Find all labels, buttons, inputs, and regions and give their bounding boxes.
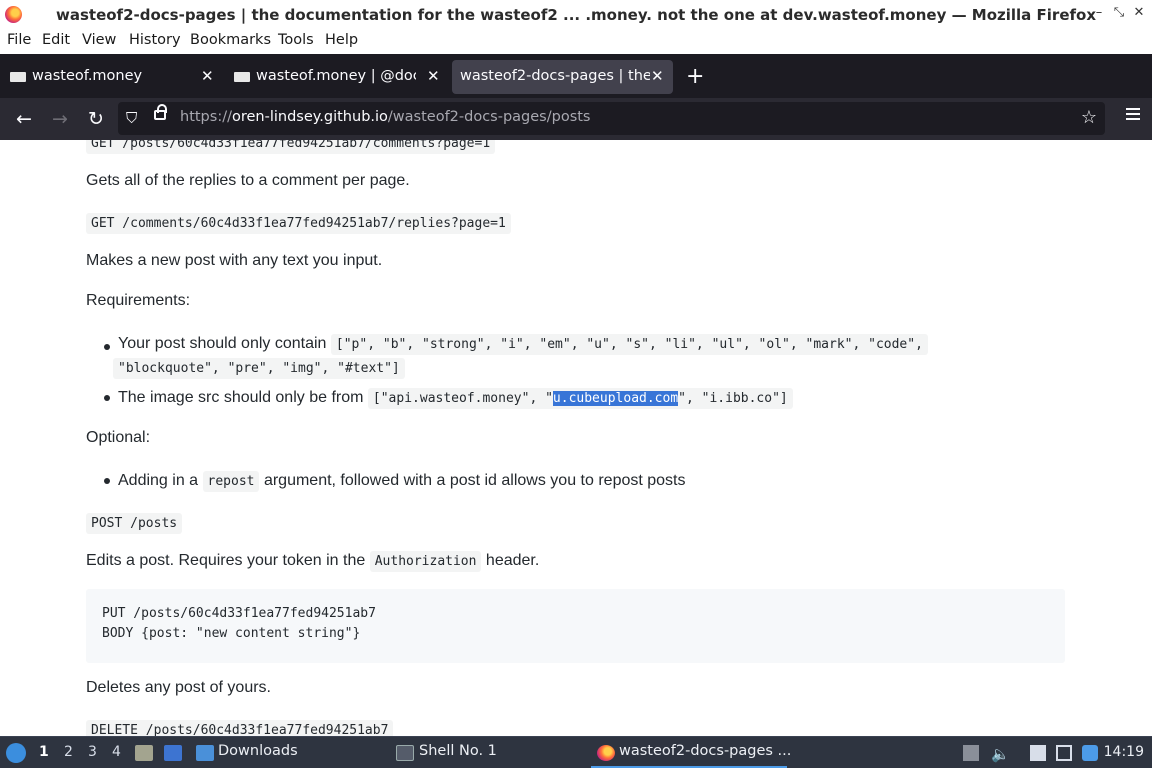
code-block-edit: PUT /posts/60c4d33f1ea77fed94251ab7 BODY… [86,589,1065,663]
task-shell[interactable]: Shell No. 1 [419,743,497,759]
close-tab-icon[interactable]: ✕ [427,67,440,85]
menu-edit[interactable]: Edit [42,32,70,48]
tab-label: wasteof2-docs-pages | the d [460,68,650,84]
bullet-marker [104,344,110,350]
workspace-4[interactable]: 4 [112,744,121,760]
bullet-marker [104,395,110,401]
file-manager-launcher-icon[interactable] [135,745,153,761]
hamburger-menu-icon[interactable] [1126,108,1140,120]
menu-help[interactable]: Help [325,32,358,48]
requirement-allowed-tags-cont: "blockquote", "pre", "img", "#text"] [113,358,405,379]
menu-file[interactable]: File [7,32,31,48]
firefox-icon [597,745,615,761]
back-arrow-icon[interactable]: ← [11,107,37,131]
desktop-launcher-icon[interactable] [164,745,182,761]
tab-strip: wasteof.money ✕ wasteof.money | @docs ✕ … [0,54,1152,98]
start-menu-icon[interactable] [6,743,26,763]
window-title: wasteof2-docs-pages | the documentation … [55,6,1096,24]
lock-icon[interactable] [154,104,167,120]
close-tab-icon[interactable]: ✕ [651,67,664,85]
requirements-heading: Requirements: [86,292,191,309]
optional-heading: Optional: [86,429,151,446]
code-get-comments: GET /posts/60c4d33f1ea77fed94251ab7/comm… [86,140,496,154]
menu-history[interactable]: History [129,32,181,48]
site-favicon-icon [10,72,26,82]
new-post-description: Makes a new post with any text you input… [86,252,383,269]
notification-icon[interactable] [1082,745,1098,761]
replies-description: Gets all of the replies to a comment per… [86,172,410,189]
maximize-button[interactable]: ⤡ [1110,5,1128,20]
site-favicon-icon [234,72,250,82]
code-line: BODY {post: "new content string"} [102,626,361,641]
bullet-marker [104,478,110,484]
new-tab-button[interactable]: + [686,64,704,89]
selected-text: u.cubeupload.com [552,391,679,406]
delete-description: Deletes any post of yours. [86,679,271,696]
clipboard-icon[interactable] [1030,745,1046,761]
window-titlebar: wasteof2-docs-pages | the documentation … [0,0,1152,29]
folder-icon [196,745,214,761]
url-bar[interactable]: ⛉ https://oren-lindsey.github.io/wasteof… [118,102,1105,135]
volume-icon[interactable]: 🔈 [991,745,1010,763]
menu-bar: File Edit View History Bookmarks Tools H… [0,29,1152,54]
navigation-bar: ← → ↻ ⛉ https://oren-lindsey.github.io/w… [0,98,1152,140]
tab-label: wasteof.money | @docs [256,68,416,84]
task-firefox[interactable]: wasteof2-docs-pages ... [619,743,791,759]
code-post-posts: POST /posts [86,512,183,534]
clock: 14:19 [1103,744,1144,760]
close-tab-icon[interactable]: ✕ [201,67,214,85]
forward-arrow-icon[interactable]: → [47,107,73,131]
tracking-shield-icon[interactable]: ⛉ [126,109,137,127]
code-delete-post: DELETE /posts/60c4d33f1ea77fed94251ab7 [86,719,394,736]
menu-view[interactable]: View [82,32,116,48]
display-icon[interactable] [1056,745,1072,761]
workspace-1[interactable]: 1 [39,744,49,760]
minimize-button[interactable]: – [1090,5,1108,20]
workspace-2[interactable]: 2 [64,744,73,760]
reload-icon[interactable]: ↻ [83,107,109,131]
tab-label: wasteof.money [32,68,143,84]
workspace-3[interactable]: 3 [88,744,97,760]
page-content: GET /posts/60c4d33f1ea77fed94251ab7/comm… [0,140,1152,736]
requirement-image-src: The image src should only be from ["api.… [118,388,793,409]
close-window-button[interactable]: ✕ [1130,5,1148,20]
code-line: PUT /posts/60c4d33f1ea77fed94251ab7 [102,606,376,621]
edit-description: Edits a post. Requires your token in the… [86,551,539,572]
url-text[interactable]: https://oren-lindsey.github.io/wasteof2-… [180,109,591,125]
taskbar: 1 2 3 4 Downloads Shell No. 1 wasteof2-d… [0,736,1152,768]
tab-wasteof-docs[interactable]: wasteof.money | @docs ✕ [224,60,448,94]
tab-wasteof2-docs-pages[interactable]: wasteof2-docs-pages | the d ✕ [452,60,673,94]
code-get-replies: GET /comments/60c4d33f1ea77fed94251ab7/r… [86,212,511,234]
tab-wasteof-money[interactable]: wasteof.money ✕ [0,60,224,94]
bookmark-star-icon[interactable]: ☆ [1081,107,1097,128]
requirement-allowed-tags: Your post should only contain ["p", "b",… [118,334,928,355]
menu-bookmarks[interactable]: Bookmarks [190,32,271,48]
terminal-icon [396,745,414,761]
tray-updates-icon[interactable] [963,745,979,761]
menu-tools[interactable]: Tools [278,32,314,48]
task-downloads[interactable]: Downloads [218,743,298,759]
optional-repost: Adding in a repost argument, followed wi… [118,471,686,492]
